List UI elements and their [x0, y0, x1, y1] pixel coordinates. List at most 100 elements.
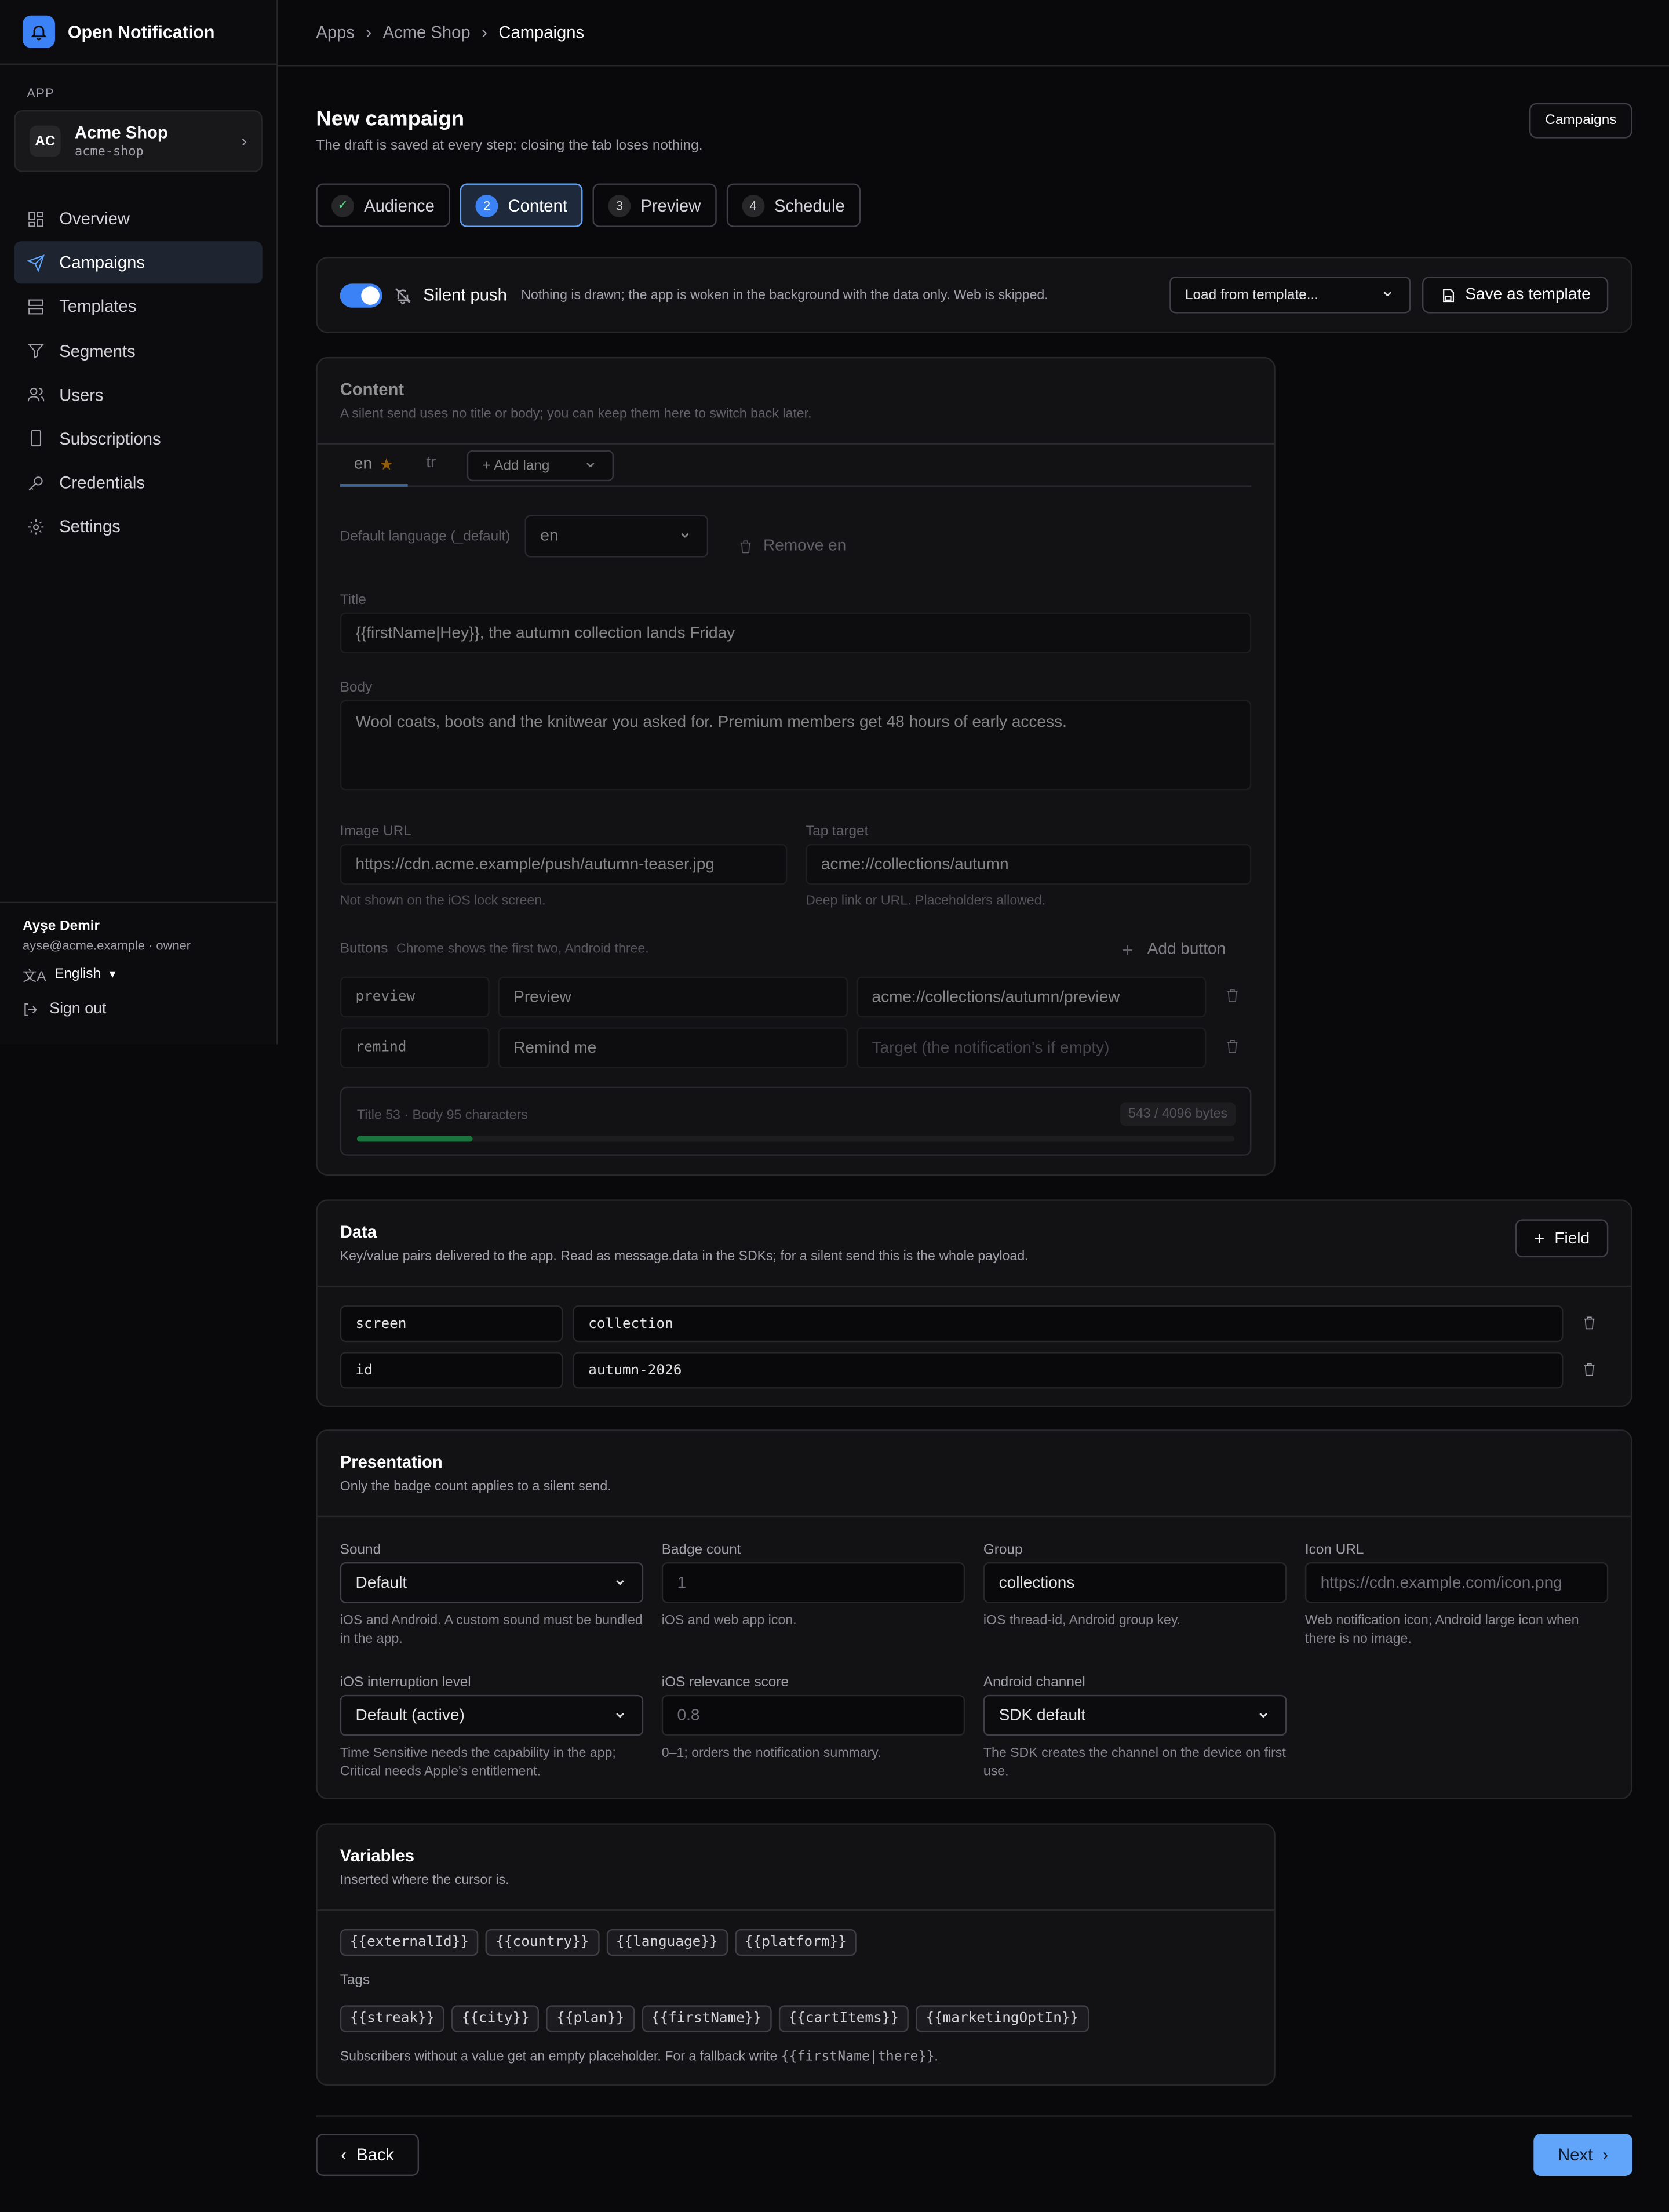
chevron-right-icon: › — [241, 131, 247, 151]
body-textarea[interactable]: Wool coats, boots and the knitwear you a… — [340, 700, 1252, 791]
sidebar-item-users[interactable]: Users — [14, 374, 262, 416]
sidebar-item-overview[interactable]: Overview — [14, 198, 262, 240]
sidebar-item-segments[interactable]: Segments — [14, 330, 262, 372]
variables-subtitle: Inserted where the cursor is. — [340, 1872, 509, 1889]
tag-chip[interactable]: {{firstName}} — [641, 2005, 772, 2032]
breadcrumb: Apps › Acme Shop › Campaigns — [278, 0, 1669, 67]
button-label-input[interactable]: Preview — [498, 976, 848, 1018]
buttons-hint: Chrome shows the first two, Android thre… — [396, 941, 649, 957]
bytes-progress-fill — [356, 1136, 473, 1142]
sidebar-item-settings[interactable]: Settings — [14, 505, 262, 548]
logout-icon — [24, 1002, 37, 1016]
template-select[interactable]: Load from template... — [1169, 276, 1411, 314]
step-content[interactable]: 2 Content — [460, 183, 583, 227]
data-key-input[interactable]: screen — [340, 1305, 563, 1343]
variable-chip[interactable]: {{externalId}} — [340, 1929, 479, 1956]
image-url-hint: Not shown on the iOS lock screen. — [340, 893, 546, 909]
save-template-button[interactable]: Save as template — [1422, 276, 1609, 314]
app-avatar: AC — [30, 125, 61, 157]
relevance-input[interactable]: 0.8 — [661, 1694, 965, 1736]
data-key-input[interactable]: id — [340, 1352, 563, 1389]
trash-icon[interactable] — [1581, 1362, 1597, 1377]
title-input[interactable]: {{firstName|Hey}}, the autumn collection… — [340, 612, 1252, 654]
sidebar-nav: Overview Campaigns Templates Segments Us… — [0, 198, 276, 548]
sidebar-item-subscriptions[interactable]: Subscriptions — [14, 417, 262, 460]
breadcrumb-app[interactable]: Acme Shop — [383, 23, 471, 42]
button-label-value: Preview — [513, 988, 571, 1006]
tags-label: Tags — [340, 1973, 370, 1989]
tab-language-tr[interactable]: tr — [426, 454, 436, 471]
variable-chip[interactable]: {{country}} — [486, 1929, 599, 1956]
silent-push-desc: Nothing is drawn; the app is woken in th… — [521, 287, 1048, 303]
key-icon — [28, 476, 43, 490]
tag-chip[interactable]: {{marketingOptIn}} — [916, 2005, 1089, 2032]
sound-select[interactable]: Default — [340, 1562, 644, 1603]
sign-out-button[interactable]: Sign out — [23, 1001, 254, 1017]
default-language-select[interactable]: en — [524, 515, 709, 558]
content-dimmed: Content A silent send uses no title or b… — [317, 358, 1274, 1174]
data-title: Data — [340, 1222, 377, 1242]
button-id-input[interactable]: preview — [340, 976, 490, 1018]
trash-icon[interactable] — [1225, 988, 1240, 1003]
icon-url-label: Icon URL — [1304, 1542, 1364, 1558]
button-target-input[interactable]: acme://collections/autumn/preview — [856, 976, 1207, 1018]
trash-icon[interactable] — [1225, 1039, 1240, 1054]
data-value-input[interactable]: collection — [573, 1305, 1564, 1343]
save-template-label: Save as template — [1465, 286, 1591, 304]
icon-url-placeholder: https://cdn.example.com/icon.png — [1320, 1574, 1562, 1591]
chevron-left-icon: ‹ — [341, 2145, 347, 2165]
variable-chip[interactable]: {{language}} — [606, 1929, 728, 1956]
app-switcher[interactable]: AC Acme Shop acme-shop › — [14, 110, 263, 173]
chevron-right-icon: › — [482, 22, 487, 43]
next-button[interactable]: Next › — [1533, 2133, 1632, 2176]
campaigns-button[interactable]: Campaigns — [1529, 103, 1632, 139]
add-button-button[interactable]: + Add button — [1121, 938, 1226, 961]
interruption-select[interactable]: Default (active) — [340, 1694, 644, 1736]
breadcrumb-apps[interactable]: Apps — [316, 23, 355, 42]
language-select[interactable]: 文A English ▾ — [23, 964, 254, 985]
back-button[interactable]: ‹ Back — [316, 2133, 420, 2176]
variable-chip[interactable]: {{platform}} — [734, 1929, 857, 1956]
badge-input[interactable]: 1 — [661, 1562, 965, 1603]
tag-chip[interactable]: {{plan}} — [546, 2005, 635, 2032]
silent-push-toggle[interactable] — [340, 283, 382, 307]
image-url-input[interactable]: https://cdn.acme.example/push/autumn-tea… — [340, 843, 788, 885]
tag-chip[interactable]: {{city}} — [451, 2005, 540, 2032]
interruption-label: iOS interruption level — [340, 1675, 471, 1691]
app-section-label: APP — [27, 86, 54, 100]
tap-target-hint: Deep link or URL. Placeholders allowed. — [806, 893, 1046, 909]
button-target-input[interactable]: Target (the notification's if empty) — [856, 1027, 1207, 1068]
data-value-input[interactable]: autumn-2026 — [573, 1352, 1564, 1389]
sidebar-item-label: Subscriptions — [59, 428, 161, 449]
step-schedule[interactable]: 4 Schedule — [726, 183, 861, 227]
button-id-value: preview — [355, 989, 416, 1005]
language-label: English — [54, 966, 101, 983]
group-input[interactable]: collections — [983, 1562, 1287, 1603]
sidebar-item-campaigns[interactable]: Campaigns — [14, 241, 263, 284]
sidebar-item-templates[interactable]: Templates — [14, 286, 262, 328]
button-label-input[interactable]: Remind me — [498, 1027, 848, 1068]
channel-select[interactable]: SDK default — [983, 1694, 1287, 1736]
sidebar-item-label: Segments — [59, 341, 136, 361]
remove-language-button[interactable]: Remove en — [738, 538, 846, 555]
add-language-select[interactable]: + Add lang — [467, 450, 614, 482]
gear-icon — [28, 519, 44, 535]
trash-icon[interactable] — [1581, 1315, 1597, 1331]
tab-language-en[interactable]: en ★ — [340, 443, 408, 487]
channel-hint: The SDK creates the channel on the devic… — [983, 1745, 1286, 1780]
button-id-input[interactable]: remind — [340, 1027, 490, 1068]
add-field-button[interactable]: + Field — [1515, 1219, 1609, 1258]
sidebar-item-credentials[interactable]: Credentials — [14, 461, 262, 504]
plus-icon: + — [1533, 1228, 1545, 1249]
tag-chip[interactable]: {{streak}} — [340, 2005, 445, 2032]
icon-url-input[interactable]: https://cdn.example.com/icon.png — [1304, 1562, 1609, 1603]
add-language-label: + Add lang — [482, 457, 550, 474]
data-key-value: id — [355, 1362, 373, 1378]
tag-chip[interactable]: {{cartItems}} — [778, 2005, 909, 2032]
tap-target-input[interactable]: acme://collections/autumn — [806, 843, 1252, 885]
step-audience[interactable]: ✓ Audience — [316, 183, 450, 227]
presentation-card: Presentation Only the badge count applie… — [316, 1429, 1632, 1799]
content-subtitle: A silent send uses no title or body; you… — [340, 406, 812, 422]
step-preview[interactable]: 3 Preview — [592, 183, 717, 227]
add-button-label: Add button — [1147, 941, 1226, 959]
